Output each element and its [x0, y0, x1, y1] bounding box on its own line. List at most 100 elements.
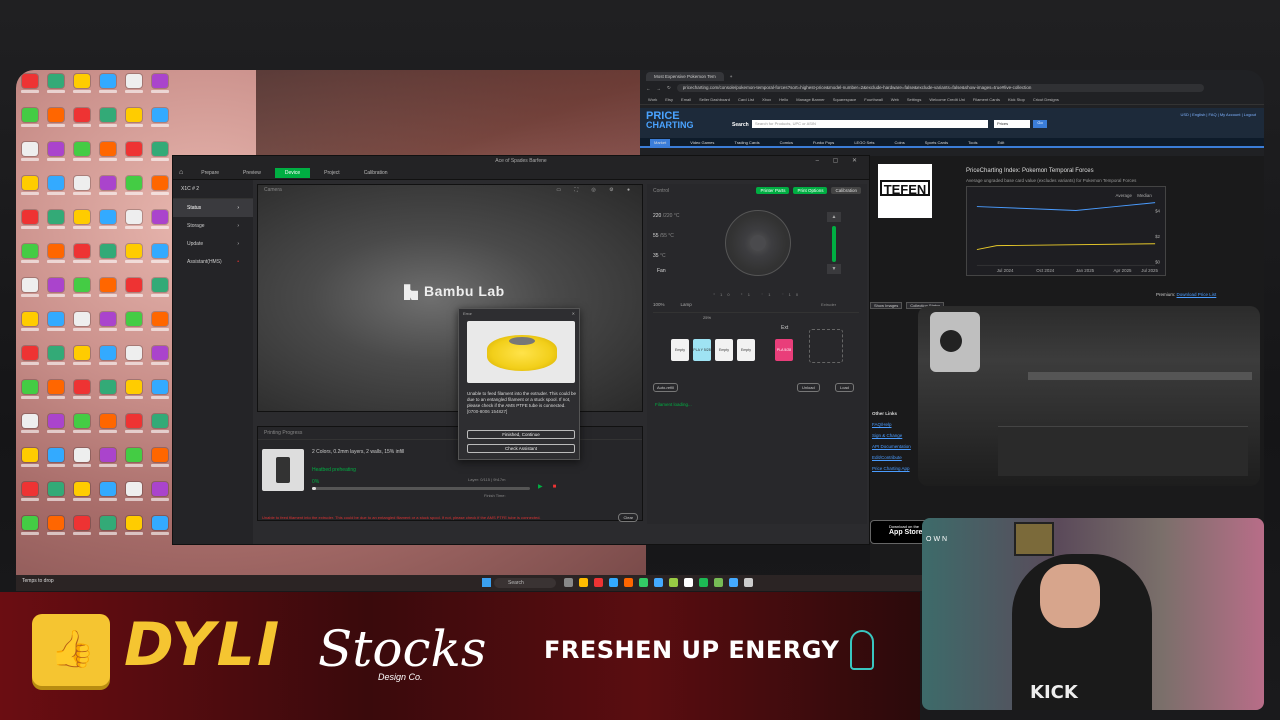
download-price-list-link[interactable]: Download Price List [1177, 292, 1217, 297]
desktop-shortcut-icon[interactable] [72, 312, 92, 338]
desktop-shortcut-icon[interactable] [98, 142, 118, 168]
taskbar-app-icon[interactable] [729, 578, 738, 587]
desktop-shortcut-icon[interactable] [20, 74, 40, 100]
desktop-shortcut-icon[interactable] [98, 278, 118, 304]
nav-item-edit[interactable]: Edit [997, 140, 1004, 145]
bed-temp-icon[interactable]: 55 /55 °C [653, 226, 679, 246]
fan-control[interactable]: Fan [657, 268, 666, 274]
taskbar-app-icon[interactable] [714, 578, 723, 587]
desktop-shortcut-icon[interactable] [98, 108, 118, 134]
nav-item-comics[interactable]: Comics [780, 140, 793, 145]
sidebar-item-update[interactable]: Update › [173, 235, 253, 253]
nav-item-video-games[interactable]: Video Games [690, 140, 714, 145]
tab-preview[interactable]: Preview [233, 168, 271, 178]
desktop-shortcut-icon[interactable] [124, 142, 144, 168]
desktop-shortcut-icon[interactable] [20, 210, 40, 236]
taskbar-app-icon[interactable] [639, 578, 648, 587]
desktop-shortcut-icon[interactable] [72, 108, 92, 134]
desktop-shortcut-icon[interactable] [98, 312, 118, 338]
desktop-shortcut-icon[interactable] [46, 142, 66, 168]
desktop-shortcut-icon[interactable] [150, 448, 170, 474]
bookmark-item[interactable]: Hello [779, 97, 788, 102]
desktop-shortcut-icon[interactable] [46, 448, 66, 474]
desktop-shortcut-icon[interactable] [72, 74, 92, 100]
auto-refill-button[interactable]: Auto-refill [653, 383, 678, 392]
tab-prepare[interactable]: Prepare [191, 168, 229, 178]
desktop-shortcut-icon[interactable] [20, 278, 40, 304]
desktop-shortcut-icon[interactable] [20, 482, 40, 508]
desktop-shortcut-icon[interactable] [98, 448, 118, 474]
desktop-shortcut-icon[interactable] [98, 346, 118, 372]
desktop-shortcut-icon[interactable] [72, 448, 92, 474]
other-link[interactable]: API Documentation [872, 441, 911, 452]
sidebar-item-storage[interactable]: Storage › [173, 217, 253, 235]
desktop-shortcut-icon[interactable] [72, 278, 92, 304]
ams-slot[interactable]: Empty [671, 339, 689, 361]
nav-item-sports-cards[interactable]: Sports Cards [925, 140, 948, 145]
print-controls[interactable]: ▶■ [538, 483, 566, 490]
window-controls[interactable]: – ▢ ✕ [816, 157, 863, 164]
other-link[interactable]: Price Charting App [872, 463, 911, 474]
clear-button[interactable]: Clear [618, 513, 638, 522]
nozzle-step-buttons[interactable]: ⁺10 ⁺1 ⁻1 ⁻10 [713, 292, 803, 297]
ext-spool[interactable]: PLA 5/28 [775, 339, 793, 361]
z-down-icon[interactable]: ▼ [827, 264, 841, 274]
bookmark-item[interactable]: Kick Stop [1008, 97, 1025, 102]
desktop-shortcut-icon[interactable] [98, 244, 118, 270]
desktop-shortcut-icon[interactable] [72, 516, 92, 542]
desktop-shortcut-icon[interactable] [46, 210, 66, 236]
desktop-shortcut-icon[interactable] [124, 74, 144, 100]
user-links[interactable]: USD | English | FAQ | My Account | Logou… [1180, 112, 1256, 117]
calibration-button[interactable]: Calibration [831, 187, 861, 194]
windows-start-icon[interactable] [482, 578, 491, 587]
desktop-shortcut-icon[interactable] [46, 176, 66, 202]
desktop-shortcut-icon[interactable] [20, 176, 40, 202]
desktop-shortcut-icon[interactable] [150, 108, 170, 134]
desktop-shortcut-icon[interactable] [150, 74, 170, 100]
desktop-shortcut-icon[interactable] [124, 380, 144, 406]
desktop-shortcut-icon[interactable] [20, 380, 40, 406]
desktop-shortcut-icon[interactable] [72, 210, 92, 236]
other-link[interactable]: Edit/Contribute [872, 452, 911, 463]
load-button[interactable]: Load [835, 383, 854, 392]
desktop-shortcut-icon[interactable] [98, 482, 118, 508]
close-icon[interactable]: ✕ [572, 311, 575, 316]
nav-item-coins[interactable]: Coins [895, 140, 905, 145]
desktop-shortcut-icon[interactable] [124, 448, 144, 474]
desktop-shortcut-icon[interactable] [72, 142, 92, 168]
pricecharting-logo[interactable]: PRICE CHARTING [646, 111, 694, 130]
desktop-shortcut-icon[interactable] [20, 244, 40, 270]
desktop-shortcut-icon[interactable] [124, 210, 144, 236]
desktop-shortcut-icon[interactable] [150, 244, 170, 270]
z-up-icon[interactable]: ▲ [827, 212, 841, 222]
finished-continue-button[interactable]: Finished, Continue [467, 430, 575, 439]
desktop-shortcut-icon[interactable] [72, 244, 92, 270]
ams-slot[interactable]: PLA Y 5/28 [693, 339, 711, 361]
forward-icon[interactable]: → [657, 86, 662, 91]
desktop-shortcut-icon[interactable] [98, 414, 118, 440]
taskbar-app-icon[interactable] [594, 578, 603, 587]
desktop-shortcut-icon[interactable] [124, 108, 144, 134]
desktop-shortcut-icon[interactable] [46, 244, 66, 270]
desktop-shortcut-icon[interactable] [72, 176, 92, 202]
desktop-shortcut-icon[interactable] [150, 346, 170, 372]
desktop-shortcut-icon[interactable] [150, 176, 170, 202]
taskbar-search[interactable]: Search [494, 578, 556, 588]
desktop-shortcut-icon[interactable] [124, 312, 144, 338]
z-axis-control[interactable]: ▲ ▼ Extruder [821, 212, 841, 307]
bookmark-item[interactable]: Welcome Credit Uni [929, 97, 965, 102]
nav-item-tools[interactable]: Tools [968, 140, 977, 145]
bookmark-item[interactable]: Xbox [762, 97, 771, 102]
tab-calibration[interactable]: Calibration [354, 168, 398, 178]
desktop-shortcut-icon[interactable] [46, 278, 66, 304]
show-images-select[interactable]: Show Images [870, 302, 903, 309]
home-icon[interactable]: ⌂ [179, 169, 183, 176]
print-options-button[interactable]: Print Options [793, 187, 828, 194]
desktop-shortcut-icon[interactable] [98, 516, 118, 542]
ams-slot[interactable]: Empty [737, 339, 755, 361]
desktop-shortcut-icon[interactable] [124, 516, 144, 542]
camera-controls[interactable]: ▭ ⛶ ◎ ⚙ ● [556, 187, 636, 193]
desktop-shortcut-icon[interactable] [72, 482, 92, 508]
bookmark-item[interactable]: Settings [907, 97, 921, 102]
desktop-shortcut-icon[interactable] [72, 414, 92, 440]
